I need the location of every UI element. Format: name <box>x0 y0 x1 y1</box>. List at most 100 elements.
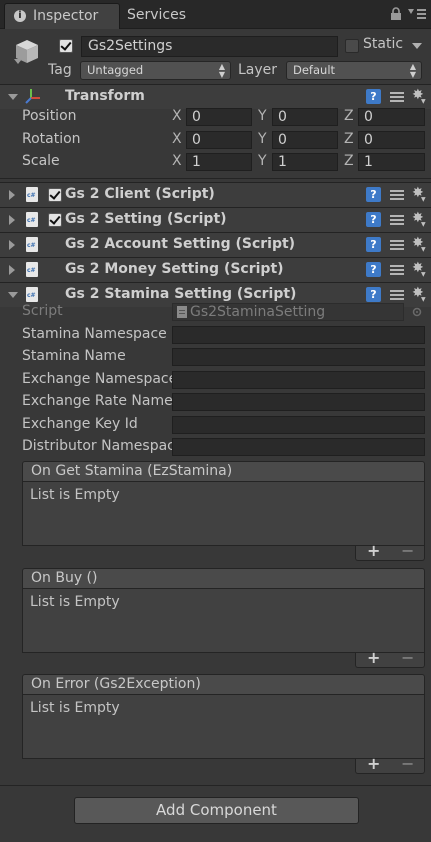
foldout-closed-icon[interactable] <box>9 215 15 225</box>
static-dropdown-icon[interactable] <box>412 43 422 49</box>
component-gs2-setting[interactable]: Gs 2 Setting (Script) ? ✸▼ <box>0 207 431 232</box>
scale-label: Scale <box>22 153 60 169</box>
exchange-rate-name-field[interactable] <box>172 393 425 411</box>
add-listener-button[interactable]: + <box>367 543 380 559</box>
component-enabled-checkbox[interactable] <box>48 188 62 202</box>
foldout-open-icon[interactable] <box>8 94 18 100</box>
gear-icon[interactable]: ✸ ▼ <box>411 211 427 228</box>
help-icon[interactable]: ? <box>366 287 381 302</box>
help-icon[interactable]: ? <box>366 237 381 252</box>
tag-value: Untagged <box>87 63 144 77</box>
tab-inspector[interactable]: i Inspector <box>4 3 120 29</box>
gear-icon[interactable]: ✸ ▼ <box>411 286 427 303</box>
component-gs2-client[interactable]: Gs 2 Client (Script) ? ✸▼ <box>0 182 431 207</box>
event-title: On Error (Gs2Exception) <box>22 674 425 695</box>
stamina-namespace-field[interactable] <box>172 326 425 344</box>
rotation-z-field[interactable]: 0 <box>358 131 425 149</box>
event-list-body: List is Empty <box>22 589 425 653</box>
scale-y-field[interactable]: 1 <box>272 153 338 171</box>
presets-icon[interactable] <box>390 90 404 104</box>
event-footer: + − <box>355 756 425 774</box>
object-name-field[interactable]: Gs2Settings <box>81 36 338 57</box>
position-label: Position <box>22 108 77 124</box>
tag-dropdown[interactable]: Untagged ▲ ▼ <box>80 61 231 80</box>
help-icon[interactable]: ? <box>366 187 381 202</box>
exchange-namespace-field[interactable] <box>172 371 425 389</box>
help-icon[interactable]: ? <box>366 262 381 277</box>
tab-inspector-label: Inspector <box>33 8 99 24</box>
position-x-field[interactable]: 0 <box>186 108 252 126</box>
script-file-icon <box>177 306 187 318</box>
script-icon <box>26 212 38 227</box>
script-value: Gs2StaminaSetting <box>190 304 326 320</box>
gear-icon[interactable]: ✸ ▼ <box>411 261 427 278</box>
stamina-name-field[interactable] <box>172 348 425 366</box>
event-footer: + − <box>355 543 425 561</box>
transform-header[interactable]: Transform ? ✸ ▼ <box>0 84 431 109</box>
position-y-field[interactable]: 0 <box>272 108 338 126</box>
gear-icon[interactable]: ✸ ▼ <box>411 236 427 253</box>
tab-services[interactable]: Services <box>127 3 186 28</box>
component-title: Gs 2 Money Setting (Script) <box>65 261 284 277</box>
menu-icon[interactable] <box>408 9 426 19</box>
scale-z-field[interactable]: 1 <box>358 153 425 171</box>
presets-icon[interactable] <box>390 238 404 252</box>
active-checkbox[interactable] <box>59 39 73 53</box>
add-listener-button[interactable]: + <box>367 650 380 666</box>
separator <box>0 178 431 179</box>
script-object-field: Gs2StaminaSetting <box>172 303 404 321</box>
foldout-closed-icon[interactable] <box>9 265 15 275</box>
info-icon: i <box>14 10 26 22</box>
presets-icon[interactable] <box>390 288 404 302</box>
updown-arrow-icon: ▲ ▼ <box>218 62 225 79</box>
event-empty-label: List is Empty <box>30 487 120 503</box>
position-z-field[interactable]: 0 <box>358 108 425 126</box>
gear-icon[interactable]: ✸ ▼ <box>411 88 427 105</box>
rotation-x-field[interactable]: 0 <box>186 131 252 149</box>
remove-listener-button[interactable]: − <box>401 756 414 772</box>
help-icon[interactable]: ? <box>366 212 381 227</box>
rotation-y-field[interactable]: 0 <box>272 131 338 149</box>
rotation-label: Rotation <box>22 131 81 147</box>
lock-icon[interactable] <box>390 7 402 20</box>
static-checkbox[interactable] <box>345 39 359 53</box>
component-gs2-money-setting[interactable]: Gs 2 Money Setting (Script) ? ✸▼ <box>0 257 431 282</box>
add-listener-button[interactable]: + <box>367 756 380 772</box>
object-picker-icon <box>412 307 422 317</box>
x-axis-label: X <box>172 131 182 147</box>
help-icon[interactable]: ? <box>366 89 381 104</box>
gear-icon[interactable]: ✸ ▼ <box>411 186 427 203</box>
updown-arrow-icon: ▲ ▼ <box>409 62 416 79</box>
icon-dropdown-arrow-icon[interactable] <box>14 59 22 64</box>
component-gs2-account-setting[interactable]: Gs 2 Account Setting (Script) ? ✸▼ <box>0 232 431 257</box>
y-axis-label: Y <box>258 131 267 147</box>
layer-value: Default <box>293 63 336 77</box>
foldout-closed-icon[interactable] <box>9 240 15 250</box>
foldout-open-icon[interactable] <box>8 292 18 298</box>
script-icon <box>26 187 38 202</box>
layer-dropdown[interactable]: Default ▲ ▼ <box>286 61 422 80</box>
add-component-button[interactable]: Add Component <box>74 797 359 824</box>
remove-listener-button[interactable]: − <box>401 543 414 559</box>
separator <box>0 785 431 786</box>
remove-listener-button[interactable]: − <box>401 650 414 666</box>
scale-x-field[interactable]: 1 <box>186 153 252 171</box>
component-enabled-checkbox[interactable] <box>48 213 62 227</box>
layer-label: Layer <box>238 62 278 78</box>
foldout-closed-icon[interactable] <box>9 190 15 200</box>
presets-icon[interactable] <box>390 188 404 202</box>
distributor-namespace-field[interactable] <box>172 438 425 456</box>
z-axis-label: Z <box>344 153 354 169</box>
script-label: Script <box>22 303 63 319</box>
y-axis-label: Y <box>258 108 267 124</box>
presets-icon[interactable] <box>390 213 404 227</box>
exchange-key-id-field[interactable] <box>172 416 425 434</box>
event-title: On Get Stamina (EzStamina) <box>22 461 425 482</box>
event-list-body: List is Empty <box>22 482 425 546</box>
presets-icon[interactable] <box>390 263 404 277</box>
event-empty-label: List is Empty <box>30 700 120 716</box>
y-axis-label: Y <box>258 153 267 169</box>
z-axis-label: Z <box>344 108 354 124</box>
component-title: Gs 2 Client (Script) <box>65 186 215 202</box>
stamina-namespace-label: Stamina Namespace N <box>22 326 172 342</box>
